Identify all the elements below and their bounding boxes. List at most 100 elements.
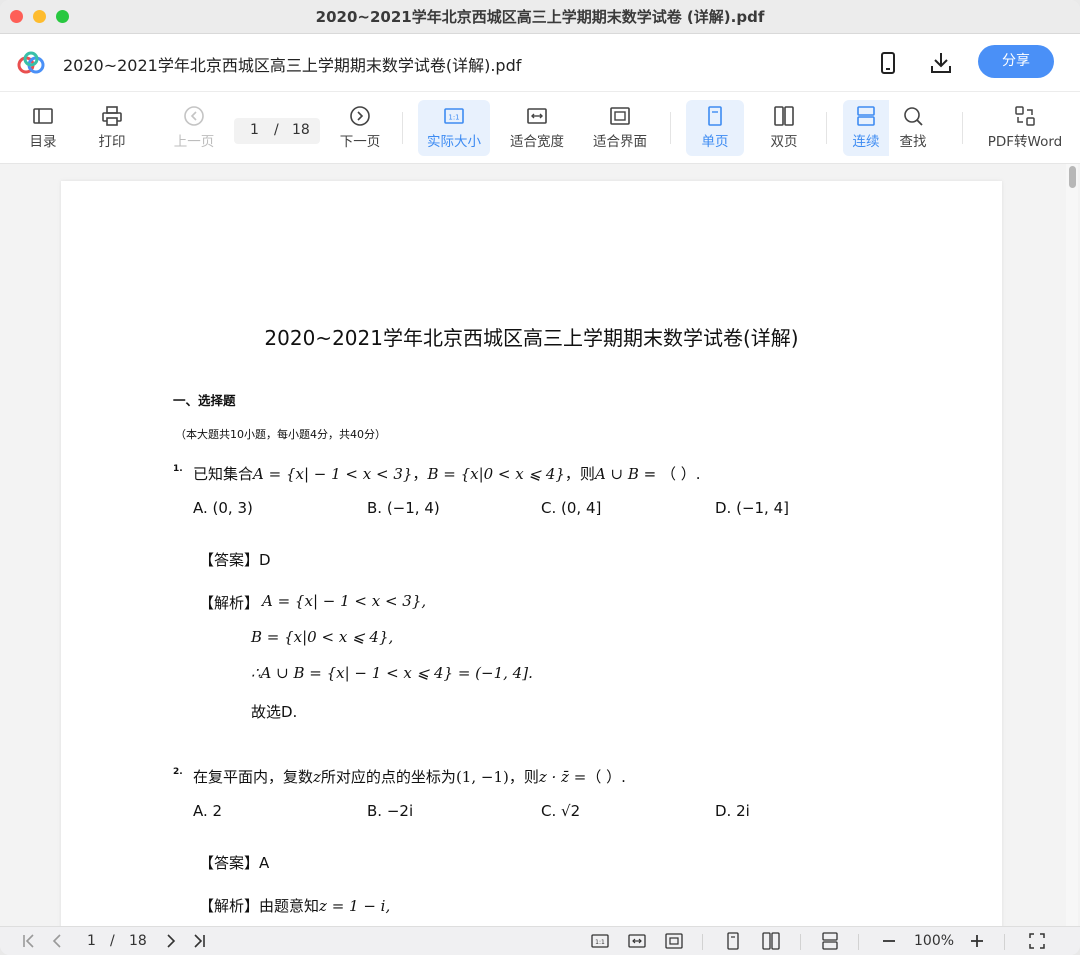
question-stem: 已知集合A = {x| − 1 < x < 3}，B = {x|0 < x ⩽ …	[193, 463, 701, 484]
chevron-right-circle-icon	[350, 106, 370, 126]
fit-page-button[interactable]: 适合界面	[586, 100, 654, 156]
fit-page-icon	[610, 107, 630, 125]
pdf-to-word-label: PDF转Word	[987, 134, 1063, 150]
stem-text: = （ ）.	[638, 465, 701, 483]
analysis-text: 由题意知	[259, 897, 320, 915]
vertical-scrollbar[interactable]	[1066, 164, 1078, 926]
scrollbar-thumb[interactable]	[1069, 166, 1076, 188]
page-separator: /	[274, 122, 279, 138]
find-label: 查找	[899, 134, 927, 150]
convert-icon	[1015, 106, 1035, 126]
title-bar: 2020~2021学年北京西城区高三上学期期末数学试卷 (详解).pdf	[0, 0, 1080, 34]
pdf-page: 2020~2021学年北京西城区高三上学期期末数学试卷(详解) 一、选择题 （本…	[61, 181, 1002, 926]
document-viewport[interactable]: 2020~2021学年北京西城区高三上学期期末数学试卷(详解) 一、选择题 （本…	[0, 164, 1080, 926]
printer-icon	[102, 106, 122, 126]
prev-page-small-button[interactable]	[48, 932, 66, 952]
status-divider	[702, 934, 703, 950]
chevron-left-icon	[52, 934, 61, 948]
toc-label: 目录	[29, 134, 57, 150]
fullscreen-icon	[1029, 933, 1045, 949]
option-c: C. (0, 4]	[541, 499, 602, 517]
bottom-fit-page-button[interactable]	[665, 932, 683, 952]
pdf-to-word-button[interactable]: PDF转Word	[982, 100, 1068, 156]
status-bar: 1 / 18 1:1 100%	[0, 926, 1080, 955]
find-button[interactable]: 查找	[890, 100, 936, 156]
page-number-input[interactable]: 1 / 18	[234, 118, 320, 144]
stem-math: A ∪ B	[594, 465, 639, 483]
question-number: 2.	[173, 767, 183, 777]
toc-button[interactable]: 目录	[20, 100, 66, 156]
toolbar: 目录 打印 上一页 1 / 18 下一页 1:1 实际大小 适合宽度 适合界面 …	[0, 92, 1080, 164]
fit-width-icon	[628, 934, 646, 948]
stem-math: B = {x|0 < x ⩽ 4}	[427, 465, 565, 483]
option-b: B. (−1, 4)	[367, 499, 440, 517]
analysis-label: 【解析】	[199, 594, 260, 612]
analysis-line: A = {x| − 1 < x < 3},	[262, 592, 427, 610]
prev-page-label: 上一页	[173, 134, 215, 150]
continuous-button[interactable]: 连续	[843, 100, 889, 156]
toolbar-divider	[962, 112, 963, 144]
prev-page-button[interactable]: 上一页	[167, 100, 221, 156]
actual-size-button[interactable]: 1:1 实际大小	[418, 100, 490, 156]
stem-text: 所对应的点的坐标为	[320, 768, 456, 786]
zoom-level: 100%	[914, 933, 955, 949]
total-pages: 18	[292, 122, 310, 138]
status-divider	[1004, 934, 1005, 950]
actual-size-label: 实际大小	[427, 134, 481, 150]
bottom-page-separator: /	[110, 933, 115, 949]
option-c: C. √2	[541, 802, 581, 820]
zoom-in-button[interactable]	[968, 932, 986, 952]
chevron-right-icon	[167, 934, 176, 948]
minus-icon	[883, 940, 895, 942]
analysis-label: 【解析】	[199, 897, 260, 915]
app-header: 2020~2021学年北京西城区高三上学期期末数学试卷(详解).pdf 分享	[0, 34, 1080, 92]
print-button[interactable]: 打印	[89, 100, 135, 156]
bottom-fit-width-button[interactable]	[628, 932, 646, 952]
double-page-button[interactable]: 双页	[758, 100, 810, 156]
bottom-continuous-button[interactable]	[821, 932, 839, 952]
analysis-math: z = 1 − i,	[319, 897, 391, 915]
share-button[interactable]: 分享	[978, 45, 1054, 78]
toolbar-divider	[670, 112, 671, 144]
zoom-out-button[interactable]	[880, 932, 898, 952]
bottom-current-page[interactable]: 1	[87, 933, 96, 949]
fit-width-button[interactable]: 适合宽度	[503, 100, 571, 156]
question-stem: 在复平面内，复数z所对应的点的坐标为(1, −1)，则z · z̄ =（ ）.	[193, 766, 626, 787]
single-page-icon	[708, 106, 722, 126]
fullscreen-button[interactable]	[1028, 932, 1046, 952]
single-page-label: 单页	[701, 134, 729, 150]
stem-math: z	[313, 768, 321, 786]
plus-icon	[971, 935, 983, 947]
stem-math: (1, −1)	[455, 768, 509, 786]
bottom-double-page-button[interactable]	[762, 932, 780, 952]
continuous-icon	[857, 106, 875, 126]
mobile-icon[interactable]	[875, 50, 901, 76]
analysis-line: ∴A ∪ B = {x| − 1 < x ⩽ 4} = (−1, 4].	[251, 664, 533, 682]
bottom-single-page-button[interactable]	[724, 932, 742, 952]
status-divider	[858, 934, 859, 950]
stem-math: A = {x| − 1 < x < 3}	[253, 465, 413, 483]
next-page-small-button[interactable]	[162, 932, 180, 952]
fit-width-label: 适合宽度	[510, 134, 564, 150]
next-page-label: 下一页	[339, 134, 381, 150]
app-logo-icon	[17, 51, 45, 74]
search-icon	[904, 107, 923, 126]
toolbar-divider	[826, 112, 827, 144]
download-icon[interactable]	[928, 50, 954, 76]
option-b: B. −2i	[367, 802, 414, 820]
option-a: A. (0, 3)	[193, 499, 253, 517]
bottom-total-pages: 18	[129, 933, 147, 949]
current-page: 1	[250, 122, 259, 138]
option-d: D. (−1, 4]	[715, 499, 789, 517]
actual-size-icon: 1:1	[591, 934, 609, 948]
first-page-button[interactable]	[20, 932, 38, 952]
bottom-actual-size-button[interactable]: 1:1	[591, 932, 609, 952]
next-page-button[interactable]: 下一页	[334, 100, 386, 156]
svg-text:1:1: 1:1	[595, 939, 605, 946]
last-page-button[interactable]	[190, 932, 208, 952]
document-title: 2020~2021学年北京西城区高三上学期期末数学试卷(详解).pdf	[63, 56, 522, 75]
option-d: D. 2i	[715, 802, 750, 820]
single-page-button[interactable]: 单页	[686, 100, 744, 156]
stem-text: 在复平面内，复数	[193, 768, 314, 786]
section-heading: 一、选择题	[173, 393, 236, 408]
